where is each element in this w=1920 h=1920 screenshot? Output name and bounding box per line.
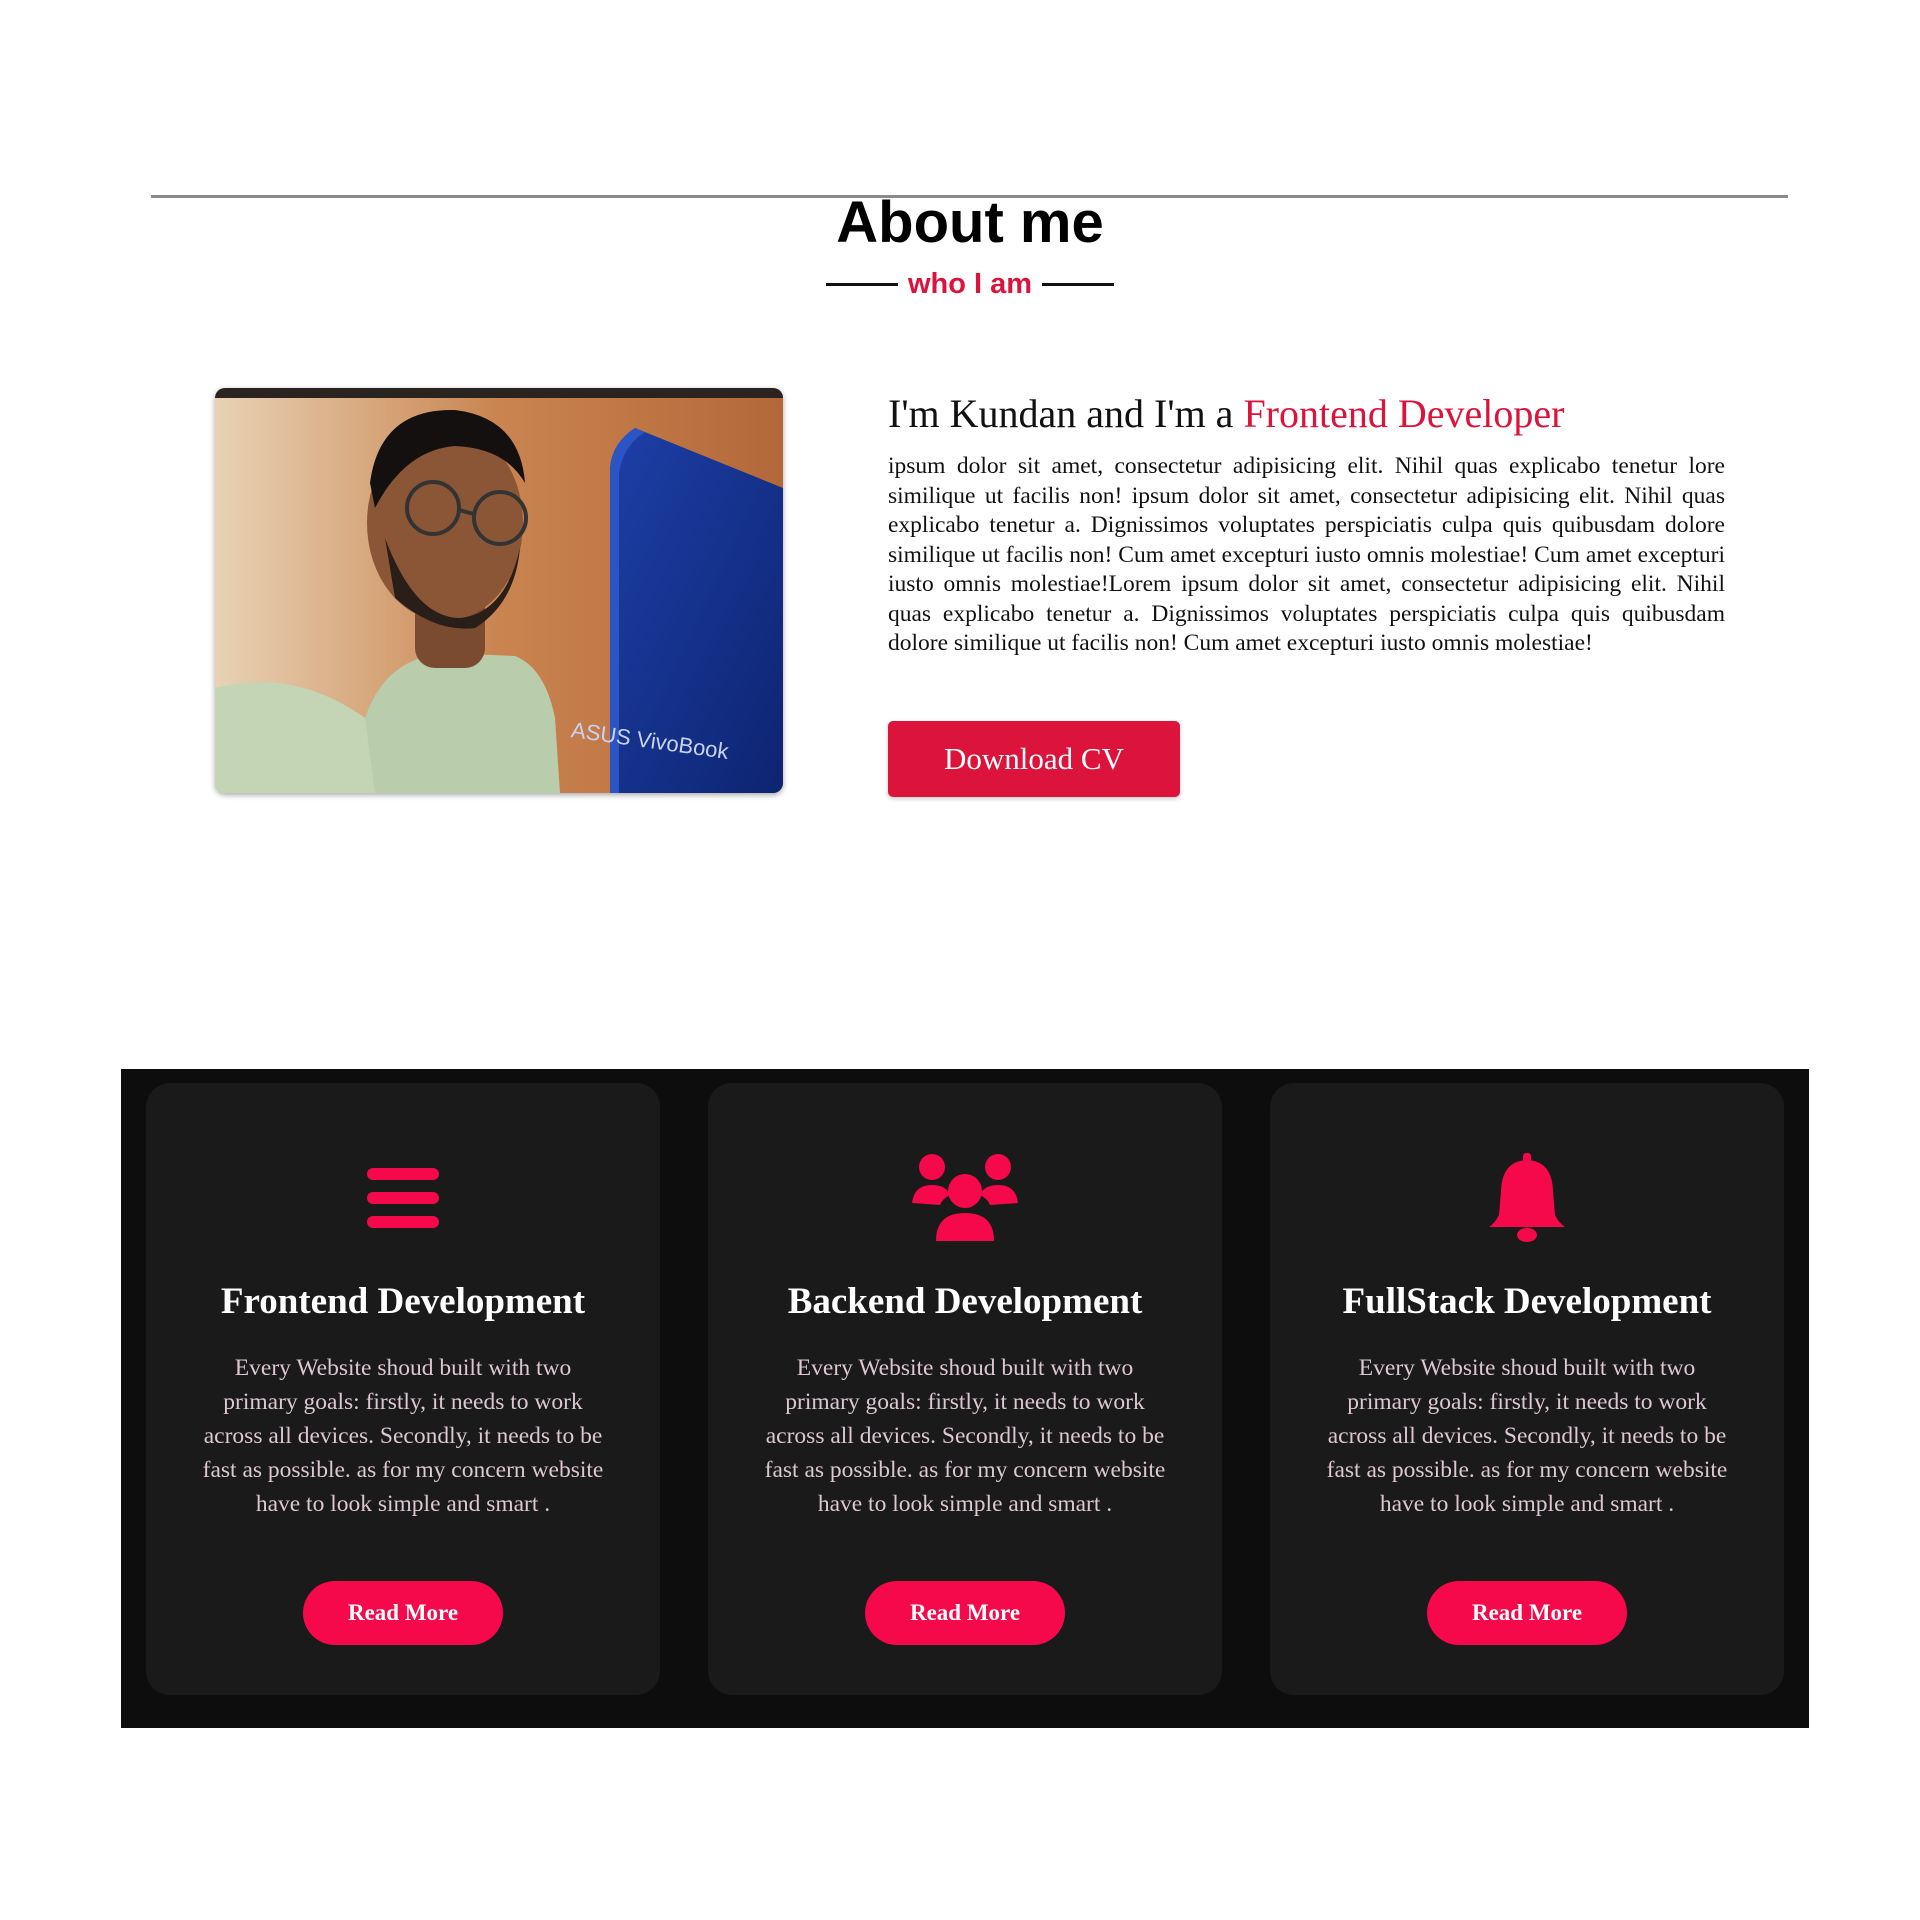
intro-heading: I'm Kundan and I'm a Frontend Developer <box>888 388 1564 440</box>
download-cv-button[interactable]: Download CV <box>888 721 1180 797</box>
bell-icon <box>1270 1153 1784 1243</box>
service-title: Frontend Development <box>220 1281 586 1322</box>
profile-photo-illustration: ASUS VivoBook <box>215 388 783 793</box>
read-more-button[interactable]: Read More <box>1427 1581 1627 1645</box>
section-subtitle: who I am <box>0 264 1920 304</box>
service-title: Backend Development <box>787 1281 1143 1322</box>
read-more-button[interactable]: Read More <box>865 1581 1065 1645</box>
section-title: About me <box>836 190 1104 255</box>
subtitle-line-left <box>825 282 898 286</box>
read-more-button[interactable]: Read More <box>303 1581 503 1645</box>
service-card-fullstack: FullStack Development Every Website shou… <box>1270 1083 1784 1695</box>
service-description: Every Website shoud built with two prima… <box>202 1355 604 1517</box>
profile-photo: ASUS VivoBook <box>215 388 783 793</box>
subtitle-text: who I am <box>907 268 1033 300</box>
service-card-frontend: Frontend Development Every Website shoud… <box>146 1083 660 1695</box>
intro-paragraph: ipsum dolor sit amet, consectetur adipis… <box>888 453 1725 656</box>
subtitle-line-right <box>1042 282 1115 286</box>
service-card-backend: Backend Development Every Website shoud … <box>708 1083 1222 1695</box>
bars-icon <box>146 1153 660 1243</box>
service-title: FullStack Development <box>1342 1281 1712 1322</box>
service-description: Every Website shoud built with two prima… <box>1326 1355 1728 1517</box>
service-description: Every Website shoud built with two prima… <box>764 1355 1166 1517</box>
intro-heading-role: Frontend Developer <box>1243 391 1565 436</box>
users-icon <box>708 1153 1222 1243</box>
services-section: Frontend Development Every Website shoud… <box>121 1069 1809 1728</box>
intro-heading-prefix: I'm Kundan and I'm a <box>888 391 1244 436</box>
